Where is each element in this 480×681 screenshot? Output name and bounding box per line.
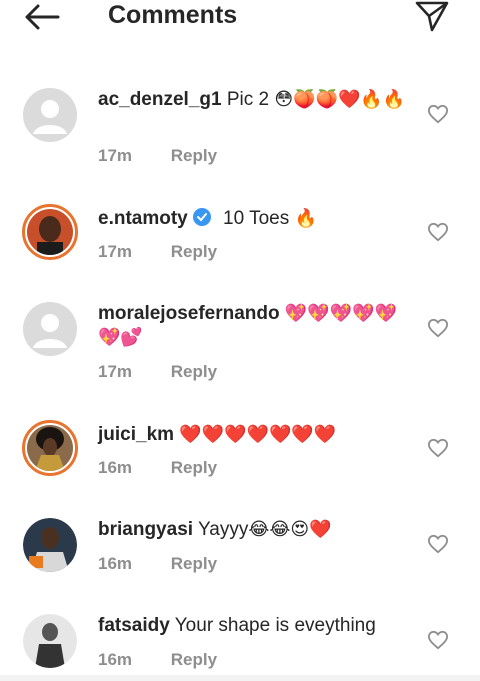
profile-photo <box>27 209 73 255</box>
profile-photo <box>27 425 73 471</box>
comment-time: 16m <box>98 458 133 477</box>
comment-username[interactable]: e.ntamoty <box>98 208 188 229</box>
reply-button[interactable]: Reply <box>171 362 217 381</box>
comment-username[interactable]: briangyasi <box>98 519 193 540</box>
comment-time: 17m <box>98 362 133 381</box>
heart-icon[interactable] <box>427 318 449 338</box>
avatar[interactable] <box>22 204 78 260</box>
reply-button[interactable]: Reply <box>171 554 217 573</box>
comment-meta: 17m Reply <box>98 362 217 382</box>
comment-text: e.ntamoty 10 Toes 🔥 <box>98 207 408 234</box>
comment-username[interactable]: fatsaidy <box>98 615 170 636</box>
reply-button[interactable]: Reply <box>171 458 217 477</box>
profile-photo <box>23 518 77 572</box>
back-arrow-icon[interactable] <box>22 2 62 32</box>
comment-text: ac_denzel_g1 Pic 2 😳🍑🍑❤️🔥🔥 <box>98 88 408 112</box>
header-bar: Comments <box>0 0 480 36</box>
comment-text: moralejosefernando 💖💖💖💖💖💖💕 <box>98 302 408 350</box>
reply-button[interactable]: Reply <box>171 146 217 165</box>
heart-icon[interactable] <box>427 222 449 242</box>
heart-icon[interactable] <box>427 630 449 650</box>
comment-username[interactable]: moralejosefernando <box>98 303 280 324</box>
heart-icon[interactable] <box>427 104 449 124</box>
comment-meta: 16m Reply <box>98 554 217 574</box>
default-avatar-icon <box>23 302 77 356</box>
comment-emoji: 🔥 <box>294 208 317 229</box>
comment-text: fatsaidy Your shape is eveything <box>98 614 408 638</box>
comment-body: Your shape is eveything <box>174 615 376 636</box>
bottom-divider <box>0 675 480 681</box>
reply-button[interactable]: Reply <box>171 242 217 261</box>
comment-text: briangyasi Yayyy😂😂😍❤️ <box>98 518 408 542</box>
avatar[interactable] <box>23 302 77 356</box>
page-title: Comments <box>108 1 238 29</box>
comment-username[interactable]: ac_denzel_g1 <box>98 89 222 110</box>
comment-emoji: 😳🍑🍑❤️🔥🔥 <box>274 89 406 110</box>
comment-time: 16m <box>98 554 133 573</box>
comment-body: Pic 2 <box>226 89 270 110</box>
default-avatar-icon <box>23 88 77 142</box>
comment-time: 16m <box>98 650 133 669</box>
avatar[interactable] <box>23 614 77 668</box>
comment-body: 10 Toes <box>223 208 290 229</box>
avatar[interactable] <box>23 88 77 142</box>
comment-meta: 17m Reply <box>98 146 217 166</box>
comment-body: Yayyy <box>197 519 249 540</box>
comment-meta: 17m Reply <box>98 242 217 262</box>
comment-meta: 16m Reply <box>98 650 217 670</box>
heart-icon[interactable] <box>427 438 449 458</box>
heart-icon[interactable] <box>427 534 449 554</box>
comment-username[interactable]: juici_km <box>98 424 174 445</box>
comment-time: 17m <box>98 242 133 261</box>
comment-emoji: ❤️❤️❤️❤️❤️❤️❤️ <box>179 424 337 445</box>
verified-badge-icon <box>192 207 212 234</box>
send-direct-icon[interactable] <box>414 0 450 32</box>
comment-time: 17m <box>98 146 133 165</box>
comment-meta: 16m Reply <box>98 458 217 478</box>
comment-emoji: 😂😂😍❤️ <box>248 519 332 540</box>
reply-button[interactable]: Reply <box>171 650 217 669</box>
comment-text: juici_km ❤️❤️❤️❤️❤️❤️❤️ <box>98 423 408 447</box>
avatar[interactable] <box>23 518 77 572</box>
avatar[interactable] <box>22 420 78 476</box>
profile-photo <box>23 614 77 668</box>
